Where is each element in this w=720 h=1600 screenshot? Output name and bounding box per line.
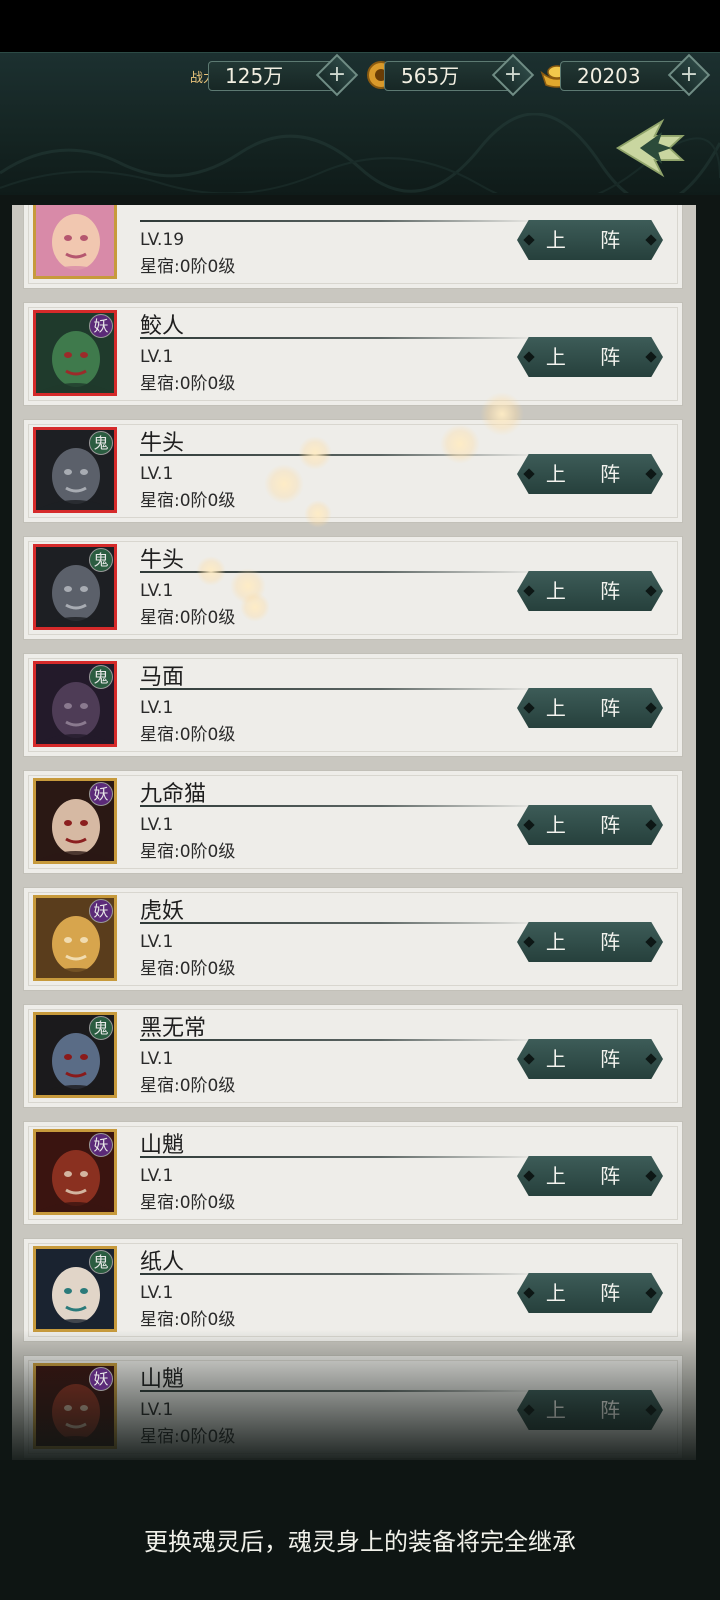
level-text: LV.1 bbox=[140, 815, 174, 835]
divider bbox=[140, 805, 540, 807]
divider bbox=[140, 922, 540, 924]
deploy-button[interactable]: 上 阵 bbox=[517, 220, 663, 260]
divider bbox=[140, 571, 540, 573]
divider bbox=[140, 337, 540, 339]
star-text: 星宿:0阶0级 bbox=[140, 491, 236, 511]
list-item: 鬼 牛头 LV.1 星宿:0阶0级 上 阵 bbox=[23, 536, 683, 640]
bottom-fade bbox=[0, 1330, 720, 1470]
soul-name: 虎妖 bbox=[140, 899, 185, 924]
portrait: 鬼 bbox=[33, 1012, 117, 1098]
portrait: 鬼 bbox=[33, 544, 117, 630]
divider bbox=[140, 1039, 540, 1041]
deploy-button[interactable]: 上 阵 bbox=[517, 1039, 663, 1079]
type-badge: 妖 bbox=[89, 314, 113, 338]
soul-name: 九命猫 bbox=[140, 782, 207, 807]
status-bar bbox=[0, 0, 720, 52]
divider bbox=[140, 454, 540, 456]
star-text: 星宿:0阶0级 bbox=[140, 959, 236, 979]
level-text: LV.1 bbox=[140, 932, 174, 952]
star-text: 星宿:0阶0级 bbox=[140, 1076, 236, 1096]
level-text: LV.1 bbox=[140, 1166, 174, 1186]
soul-name: 牛头 bbox=[140, 431, 185, 456]
power-value: 125万 bbox=[225, 64, 284, 88]
soul-name: 纸人 bbox=[140, 1250, 185, 1275]
divider bbox=[140, 1273, 540, 1275]
list-item: LV.19 星宿:0阶0级 上 阵 bbox=[23, 205, 683, 289]
star-text: 星宿:0阶0级 bbox=[140, 725, 236, 745]
type-badge: 鬼 bbox=[89, 431, 113, 455]
portrait: 鬼 bbox=[33, 427, 117, 513]
type-badge: 妖 bbox=[89, 782, 113, 806]
level-text: LV.1 bbox=[140, 1283, 174, 1303]
deploy-button[interactable]: 上 阵 bbox=[517, 337, 663, 377]
star-text: 星宿:0阶0级 bbox=[140, 1310, 236, 1330]
soul-list-panel[interactable]: LV.19 星宿:0阶0级上 阵妖鲛人 LV.1 星宿:0阶0级上 阵鬼牛头 LV.1 星… bbox=[12, 205, 696, 1460]
list-item: 鬼 黑无常 LV.1 星宿:0阶0级 上 阵 bbox=[23, 1004, 683, 1108]
star-text: 星宿:0阶0级 bbox=[140, 1193, 236, 1213]
deploy-button[interactable]: 上 阵 bbox=[517, 922, 663, 962]
star-text: 星宿:0阶0级 bbox=[140, 608, 236, 628]
soul-name: 马面 bbox=[140, 665, 185, 690]
portrait: 妖 bbox=[33, 310, 117, 396]
type-badge: 鬼 bbox=[89, 665, 113, 689]
divider bbox=[140, 1156, 540, 1158]
star-text: 星宿:0阶0级 bbox=[140, 374, 236, 394]
soul-name: 黑无常 bbox=[140, 1016, 207, 1041]
level-text: LV.1 bbox=[140, 464, 174, 484]
cloud-pattern bbox=[0, 113, 720, 193]
divider bbox=[140, 688, 540, 690]
type-badge: 妖 bbox=[89, 1133, 113, 1157]
type-badge: 妖 bbox=[89, 899, 113, 923]
avatar bbox=[36, 205, 114, 276]
level-text: LV.1 bbox=[140, 1049, 174, 1069]
deploy-button[interactable]: 上 阵 bbox=[517, 805, 663, 845]
type-badge: 鬼 bbox=[89, 1250, 113, 1274]
star-text: 星宿:0阶0级 bbox=[140, 842, 236, 862]
level-text: LV.1 bbox=[140, 347, 174, 367]
deploy-button[interactable]: 上 阵 bbox=[517, 571, 663, 611]
list-item: 妖 虎妖 LV.1 星宿:0阶0级 上 阵 bbox=[23, 887, 683, 991]
deploy-button[interactable]: 上 阵 bbox=[517, 1273, 663, 1313]
deploy-button[interactable]: 上 阵 bbox=[517, 454, 663, 494]
portrait: 妖 bbox=[33, 778, 117, 864]
coin-value: 565万 bbox=[401, 64, 460, 88]
ingot-value: 20203 bbox=[577, 64, 641, 88]
list-item: 妖 山魈 LV.1 星宿:0阶0级 上 阵 bbox=[23, 1121, 683, 1225]
portrait: 鬼 bbox=[33, 1246, 117, 1332]
portrait bbox=[33, 205, 117, 279]
portrait: 妖 bbox=[33, 895, 117, 981]
list-item: 妖 九命猫 LV.1 星宿:0阶0级 上 阵 bbox=[23, 770, 683, 874]
tip-text: 更换魂灵后，魂灵身上的装备将完全继承 bbox=[144, 1528, 576, 1556]
soul-name: 鲛人 bbox=[140, 314, 185, 339]
level-text: LV.1 bbox=[140, 698, 174, 718]
type-badge: 鬼 bbox=[89, 1016, 113, 1040]
soul-name: 山魈 bbox=[140, 1133, 185, 1158]
level-text: LV.19 bbox=[140, 230, 185, 250]
list-item: 妖 鲛人 LV.1 星宿:0阶0级 上 阵 bbox=[23, 302, 683, 406]
list-item: 鬼 纸人 LV.1 星宿:0阶0级 上 阵 bbox=[23, 1238, 683, 1342]
top-header: 战力 125万 + 565万 + 20203 + bbox=[0, 52, 720, 195]
type-badge: 鬼 bbox=[89, 548, 113, 572]
soul-name: 牛头 bbox=[140, 548, 185, 573]
list-item: 鬼 马面 LV.1 星宿:0阶0级 上 阵 bbox=[23, 653, 683, 757]
star-text: 星宿:0阶0级 bbox=[140, 257, 236, 277]
deploy-button[interactable]: 上 阵 bbox=[517, 1156, 663, 1196]
list-item: 鬼 牛头 LV.1 星宿:0阶0级 上 阵 bbox=[23, 419, 683, 523]
portrait: 妖 bbox=[33, 1129, 117, 1215]
level-text: LV.1 bbox=[140, 581, 174, 601]
divider bbox=[140, 220, 540, 222]
portrait: 鬼 bbox=[33, 661, 117, 747]
type-badge: 妖 bbox=[89, 1367, 113, 1391]
back-arrow-icon[interactable] bbox=[614, 113, 688, 183]
deploy-button[interactable]: 上 阵 bbox=[517, 688, 663, 728]
